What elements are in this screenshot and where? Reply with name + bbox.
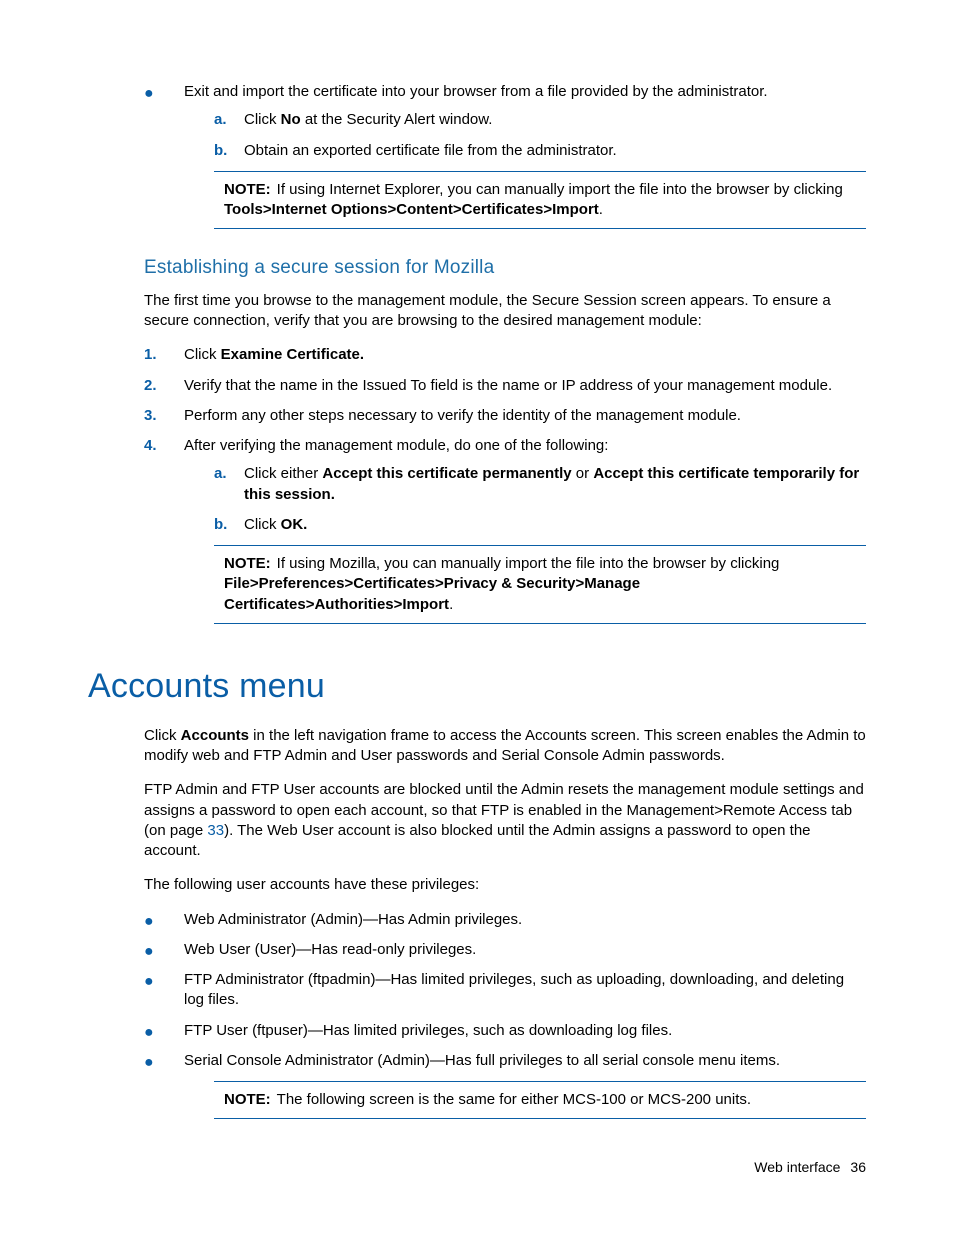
mozilla-step4-substeps: a. Click either Accept this certificate … [214,464,866,535]
accounts-p1: Click Accounts in the left navigation fr… [144,726,866,767]
alpha-marker-4b: b. [214,515,242,535]
note-box-ie: NOTE: If using Internet Explorer, you can… [214,171,866,230]
priv-serial-admin: ● Serial Console Administrator (Admin)—H… [144,1051,866,1071]
num-marker-1: 1. [144,345,172,365]
mozilla-steps: 1. Click Examine Certificate. 2. Verify … [144,345,866,535]
intro-a-bold: No [281,111,301,128]
note1-pre: If using Internet Explorer, you can manu… [277,181,843,198]
intro-a-pre: Click [244,111,281,128]
mozilla-step-2: 2. Verify that the name in the Issued To… [144,376,866,396]
footer-section: Web interface [754,1159,840,1175]
note2-label: NOTE: [224,555,271,572]
bullet-icon: ● [144,86,172,102]
intro-step-a: a. Click No at the Security Alert window… [214,110,866,130]
page-link-33[interactable]: 33 [207,822,224,839]
mozilla-step-1: 1. Click Examine Certificate. [144,345,866,365]
step4a-pre: Click either [244,465,322,482]
intro-b-text: Obtain an exported certificate file from… [244,142,617,159]
priv-web-user: ● Web User (User)—Has read-only privileg… [144,940,866,960]
priv-b3: FTP Administrator (ftpadmin)—Has limited… [184,971,844,1008]
step4b-pre: Click [244,516,281,533]
step4a-mid: or [572,465,594,482]
note2-post: . [449,596,453,613]
priv-b1: Web Administrator (Admin)—Has Admin priv… [184,911,522,928]
accounts-privilege-list: ● Web Administrator (Admin)—Has Admin pr… [144,910,866,1072]
step2-text: Verify that the name in the Issued To fi… [184,377,832,394]
mozilla-heading: Establishing a secure session for Mozill… [144,255,866,281]
bullet-icon: ● [144,914,172,930]
num-marker-2: 2. [144,376,172,396]
note1-post: . [599,201,603,218]
accounts-p3: The following user accounts have these p… [144,875,866,895]
bullet-icon: ● [144,944,172,960]
step4b-bold: OK. [281,516,308,533]
page: ● Exit and import the certificate into y… [0,0,954,1235]
mozilla-step-3: 3. Perform any other steps necessary to … [144,406,866,426]
step1-pre: Click [184,346,221,363]
accounts-p1-pre: Click [144,727,181,744]
accounts-p1-post: in the left navigation frame to access t… [144,727,866,764]
alpha-marker-4a: a. [214,464,242,484]
alpha-marker-a: a. [214,110,242,130]
step4a-b1: Accept this certificate permanently [322,465,571,482]
mozilla-step-4b: b. Click OK. [214,515,866,535]
note2-path: File>Preferences>Certificates>Privacy & … [224,575,640,612]
bullet-icon: ● [144,1025,172,1041]
priv-ftp-admin: ● FTP Administrator (ftpadmin)—Has limit… [144,970,866,1011]
intro-bullet-text: Exit and import the certificate into you… [184,83,768,100]
intro-alpha-list: a. Click No at the Security Alert window… [214,110,866,161]
note-box-mcs: NOTE: The following screen is the same fo… [214,1081,866,1119]
mozilla-step-4: 4. After verifying the management module… [144,436,866,535]
num-marker-3: 3. [144,406,172,426]
mozilla-step-4a: a. Click either Accept this certificate … [214,464,866,505]
note-box-mozilla: NOTE: If using Mozilla, you can manually … [214,545,866,624]
bullet-icon: ● [144,974,172,990]
content-column: ● Exit and import the certificate into y… [144,82,866,1119]
priv-b2: Web User (User)—Has read-only privileges… [184,941,476,958]
intro-bullet-list: ● Exit and import the certificate into y… [144,82,866,161]
intro-bullet-item: ● Exit and import the certificate into y… [144,82,866,161]
priv-web-admin: ● Web Administrator (Admin)—Has Admin pr… [144,910,866,930]
note3-label: NOTE: [224,1091,271,1108]
priv-b4: FTP User (ftpuser)—Has limited privilege… [184,1022,672,1039]
accounts-p2-post: ). The Web User account is also blocked … [144,822,811,859]
accounts-p2: FTP Admin and FTP User accounts are bloc… [144,780,866,861]
step3-text: Perform any other steps necessary to ver… [184,407,741,424]
note2-pre: If using Mozilla, you can manually impor… [277,555,780,572]
note1-path: Tools>Internet Options>Content>Certifica… [224,201,599,218]
bullet-icon: ● [144,1055,172,1071]
alpha-marker-b: b. [214,141,242,161]
accounts-p1-bold: Accounts [181,727,249,744]
num-marker-4: 4. [144,436,172,456]
intro-a-post: at the Security Alert window. [301,111,493,128]
note3-text: The following screen is the same for eit… [277,1091,751,1108]
step4-text: After verifying the management module, d… [184,437,608,454]
mozilla-intro-paragraph: The first time you browse to the managem… [144,291,866,332]
page-footer: Web interface 36 [754,1158,866,1177]
note-label: NOTE: [224,181,271,198]
intro-step-b: b. Obtain an exported certificate file f… [214,141,866,161]
step1-bold: Examine Certificate. [221,346,364,363]
priv-ftp-user: ● FTP User (ftpuser)—Has limited privile… [144,1021,866,1041]
footer-page-number: 36 [850,1159,866,1175]
accounts-heading: Accounts menu [88,664,866,710]
priv-b5: Serial Console Administrator (Admin)—Has… [184,1052,780,1069]
